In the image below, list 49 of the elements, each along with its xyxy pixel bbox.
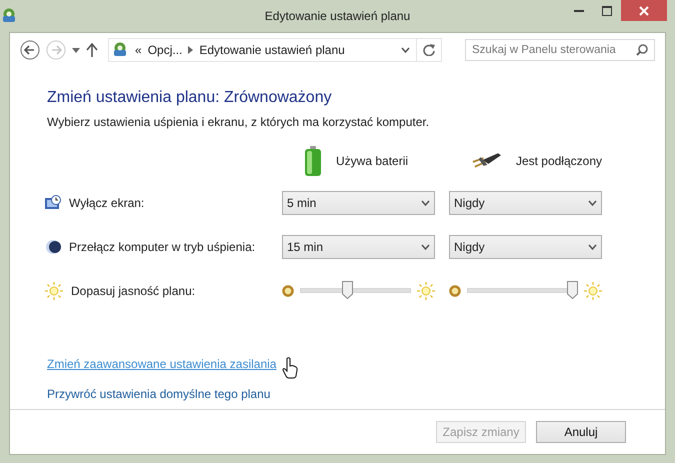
back-button[interactable]	[20, 40, 40, 60]
dialog-button[interactable]: Anuluj	[536, 421, 626, 443]
link[interactable]: Przywróć ustawienia domyślne tego planu	[47, 387, 270, 401]
address-bar[interactable]: « Opcj... Edytowanie ustawień planu	[108, 38, 442, 62]
close-icon	[639, 6, 649, 16]
setting-label: Wyłącz ekran:	[69, 196, 144, 210]
recent-pages-button[interactable]	[72, 48, 80, 52]
link[interactable]: Zmień zaawansowane ustawienia zasilania	[47, 357, 276, 371]
minimize-icon	[574, 10, 584, 12]
dropdown[interactable]: Nigdy	[449, 235, 602, 259]
refresh-icon[interactable]	[423, 44, 435, 56]
power-plug-icon	[471, 152, 502, 170]
search-icon	[636, 44, 648, 56]
sun-icon	[45, 282, 63, 300]
dropdown[interactable]: 15 min	[282, 235, 435, 259]
breadcrumb[interactable]: Edytowanie ustawień planu	[199, 43, 345, 57]
moon-icon	[45, 239, 61, 255]
page-heading: Zmień ustawienia planu: Zrównoważony	[47, 89, 333, 107]
hand-cursor-icon	[282, 357, 298, 379]
column-label: Jest podłączony	[516, 154, 602, 168]
up-button[interactable]	[86, 43, 98, 57]
dropdown[interactable]: 5 min	[282, 191, 435, 215]
dropdown-chevron-icon	[401, 47, 410, 53]
dim-brightness-icon	[282, 285, 294, 297]
dropdown-caret-icon	[72, 48, 80, 52]
dropdown-chevron-icon	[421, 200, 430, 206]
slider-thumb[interactable]	[567, 281, 578, 299]
monitor-clock-icon	[45, 195, 61, 211]
search-field[interactable]: Szukaj w Panelu sterowania	[465, 39, 655, 61]
window-title: Edytowanie ustawień planu	[264, 9, 410, 23]
breadcrumb[interactable]: Opcj...	[148, 43, 182, 57]
maximize-icon	[602, 6, 612, 16]
dropdown-chevron-icon	[588, 244, 597, 250]
description-text: Wybierz ustawienia uśpienia i ekranu, z których ma korzystać komputer.	[47, 115, 430, 129]
setting-label: Przełącz komputer w tryb uśpienia:	[69, 240, 256, 254]
dropdown-chevron-icon	[421, 244, 430, 250]
dim-brightness-icon	[449, 285, 461, 297]
setting-label: Dopasuj jasność planu:	[71, 284, 196, 298]
chevron-right-icon	[188, 46, 194, 54]
close-button[interactable]	[621, 0, 667, 21]
dropdown[interactable]: Nigdy	[449, 191, 602, 215]
breadcrumb-overflow[interactable]: «	[135, 43, 142, 57]
bright-sun-icon	[584, 282, 602, 300]
battery-icon	[304, 146, 322, 176]
up-arrow-icon	[86, 43, 98, 57]
bright-sun-icon	[417, 282, 435, 300]
dropdown-chevron-icon	[588, 200, 597, 206]
slider-thumb[interactable]	[342, 281, 353, 299]
column-label: Używa baterii	[336, 154, 408, 168]
